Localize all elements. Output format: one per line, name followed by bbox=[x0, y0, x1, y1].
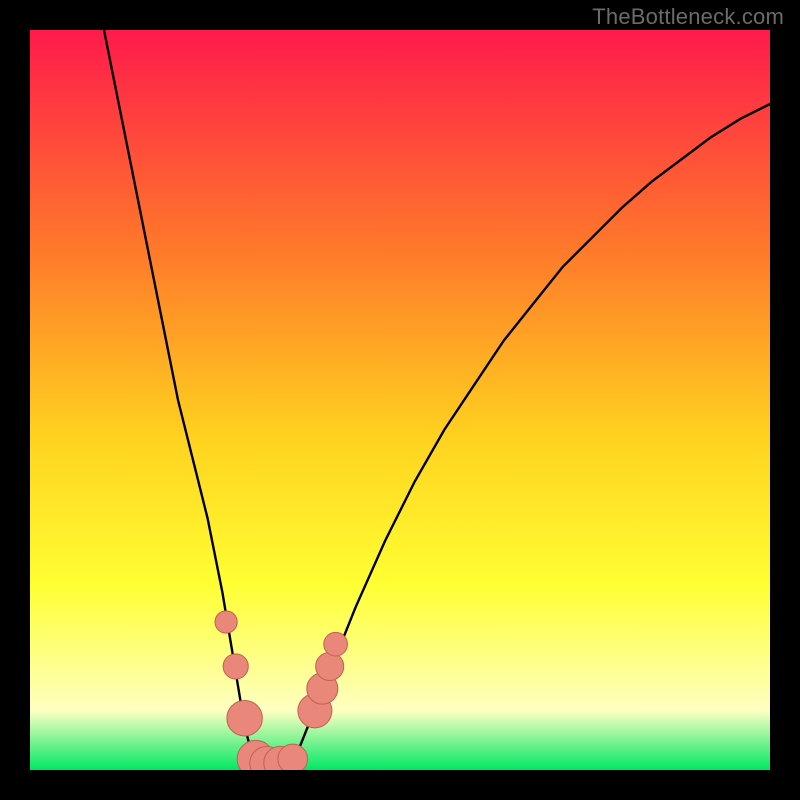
plot-area bbox=[30, 30, 770, 770]
gradient-background bbox=[30, 30, 770, 770]
chart-frame: TheBottleneck.com bbox=[0, 0, 800, 800]
data-marker bbox=[227, 700, 263, 736]
data-marker bbox=[316, 652, 344, 680]
data-marker bbox=[223, 654, 248, 679]
data-marker bbox=[324, 632, 348, 656]
data-marker bbox=[215, 611, 237, 633]
data-marker bbox=[278, 744, 308, 770]
chart-svg bbox=[30, 30, 770, 770]
watermark-text: TheBottleneck.com bbox=[592, 4, 784, 30]
